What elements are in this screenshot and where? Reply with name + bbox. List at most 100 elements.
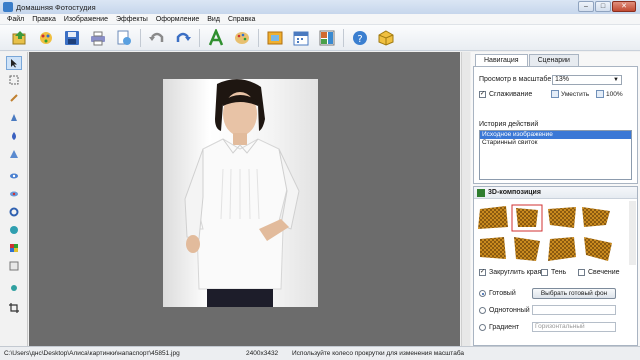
solid-background-radio[interactable] — [479, 307, 486, 314]
gallery-icon[interactable] — [36, 28, 56, 48]
calendar-icon[interactable] — [291, 28, 311, 48]
menu-view[interactable]: Вид — [203, 16, 224, 23]
gradient-type-select[interactable]: Горизонтальный — [532, 322, 616, 332]
smoothing-label: Сглаживание — [489, 91, 533, 98]
actual-size-button[interactable]: 100% — [596, 90, 623, 98]
round-edges-checkbox[interactable]: ✓ — [479, 269, 486, 276]
solid-color-field[interactable] — [532, 305, 616, 315]
open-icon[interactable] — [10, 28, 30, 48]
file-path: C:\Users\днс\Desktop\Алиса\картинки\напа… — [4, 350, 180, 357]
composition-section: 3D-композиция ✓ Закруглить края Тень Све… — [473, 186, 638, 346]
ready-background-radio[interactable] — [479, 290, 486, 297]
undo-icon[interactable] — [147, 28, 167, 48]
color-icon[interactable] — [8, 242, 20, 254]
menu-help[interactable]: Справка — [224, 16, 259, 23]
history-list[interactable]: Исходное изображение Старинный свиток — [479, 130, 632, 180]
close-button[interactable]: ✕ — [612, 1, 636, 12]
clone-icon[interactable] — [8, 224, 20, 236]
status-bar: C:\Users\днс\Desktop\Алиса\картинки\напа… — [0, 346, 640, 360]
history-label: История действий — [479, 121, 539, 128]
eye-icon[interactable] — [8, 170, 20, 182]
redeye-icon[interactable] — [8, 188, 20, 200]
composition-title: 3D-композиция — [488, 189, 541, 196]
print-icon[interactable] — [88, 28, 108, 48]
pen-icon[interactable] — [8, 112, 20, 124]
composition-header: 3D-композиция — [474, 187, 637, 199]
fit-button[interactable]: Уместить — [551, 90, 589, 98]
app-icon — [3, 2, 13, 12]
smoothing-checkbox[interactable]: ✓ — [479, 91, 486, 98]
photo-preview — [163, 79, 318, 307]
actual-size-label: 100% — [606, 90, 623, 98]
gradient-background-radio[interactable] — [479, 324, 486, 331]
select-icon[interactable] — [8, 74, 20, 86]
composition-thumb[interactable] — [548, 207, 576, 228]
shadow-label: Тень — [551, 269, 567, 276]
solid-background-label: Однотонный — [489, 307, 530, 314]
menu-file[interactable]: Файл — [3, 16, 28, 23]
tools-panel — [0, 52, 28, 346]
drop-icon[interactable] — [8, 130, 20, 142]
menu-image[interactable]: Изображение — [60, 16, 112, 23]
composition-thumbnails — [476, 203, 626, 263]
frame-icon[interactable] — [265, 28, 285, 48]
zoom-select[interactable]: 13% ▼ — [552, 75, 622, 85]
cursor-icon[interactable] — [6, 56, 22, 70]
svg-text:?: ? — [357, 34, 362, 45]
glow-label: Свечение — [588, 269, 620, 276]
image-dimensions: 2400x3432 — [246, 350, 279, 357]
crop-tool-icon[interactable] — [8, 302, 20, 314]
help-icon[interactable]: ? — [350, 28, 370, 48]
history-item[interactable]: Исходное изображение — [480, 131, 631, 139]
toolbar: ? — [0, 25, 640, 51]
cube-icon[interactable] — [376, 28, 396, 48]
composition-thumb[interactable] — [514, 237, 540, 261]
menu-bar: Файл Правка Изображение Эффекты Оформлен… — [0, 14, 640, 25]
tab-scenarios[interactable]: Сценарии — [528, 54, 579, 66]
composition-thumb[interactable] — [480, 237, 506, 259]
history-item[interactable]: Старинный свиток — [480, 139, 631, 147]
toolbar-separator — [343, 28, 344, 47]
collage-icon[interactable] — [317, 28, 337, 48]
minimize-button[interactable]: – — [578, 1, 594, 12]
maximize-button[interactable]: □ — [595, 1, 611, 12]
toolbar-separator — [258, 28, 259, 47]
glow-checkbox[interactable] — [578, 269, 585, 276]
fit-label: Уместить — [561, 90, 590, 98]
shadow-checkbox[interactable] — [541, 269, 548, 276]
crop-icon[interactable] — [8, 92, 20, 104]
window-title: Домашняя Фотостудия — [16, 2, 96, 12]
composition-thumb[interactable] — [548, 237, 576, 261]
zoom-value: 13% — [555, 76, 570, 83]
thumbnails-scrollbar[interactable] — [629, 201, 636, 265]
palette-icon[interactable] — [232, 28, 252, 48]
menu-design[interactable]: Оформление — [152, 16, 203, 23]
transform-icon[interactable] — [8, 260, 20, 272]
composition-thumb[interactable] — [478, 206, 508, 229]
export-icon[interactable] — [114, 28, 134, 48]
menu-effects[interactable]: Эффекты — [112, 16, 152, 23]
choose-background-button[interactable]: Выбрать готовый фон — [532, 288, 616, 299]
status-hint: Используйте колесо прокрутки для изменен… — [292, 350, 465, 357]
composition-thumb[interactable] — [516, 208, 538, 227]
magnifier-icon — [596, 90, 604, 98]
title-bar: Домашняя Фотостудия – □ ✕ — [0, 0, 640, 14]
toolbar-separator — [199, 28, 200, 47]
toolbar-separator — [140, 28, 141, 47]
composition-thumb[interactable] — [582, 207, 610, 227]
round-edges-label: Закруглить края — [489, 269, 542, 276]
zoom-label: Просмотр в масштабе — [479, 76, 552, 83]
composition-icon — [477, 189, 485, 197]
triangle-icon[interactable] — [8, 148, 20, 160]
menu-edit[interactable]: Правка — [28, 16, 60, 23]
canvas-scrollbar[interactable] — [461, 52, 470, 346]
composition-thumb[interactable] — [584, 237, 612, 261]
side-panel: Навигация Сценарии Просмотр в масштабе 1… — [471, 52, 640, 346]
save-icon[interactable] — [62, 28, 82, 48]
ring-icon[interactable] — [8, 206, 20, 218]
chevron-down-icon: ▼ — [613, 77, 619, 83]
text-icon[interactable] — [206, 28, 226, 48]
crop-frame-icon[interactable] — [8, 282, 20, 294]
ready-background-label: Готовый — [489, 290, 516, 297]
redo-icon[interactable] — [173, 28, 193, 48]
